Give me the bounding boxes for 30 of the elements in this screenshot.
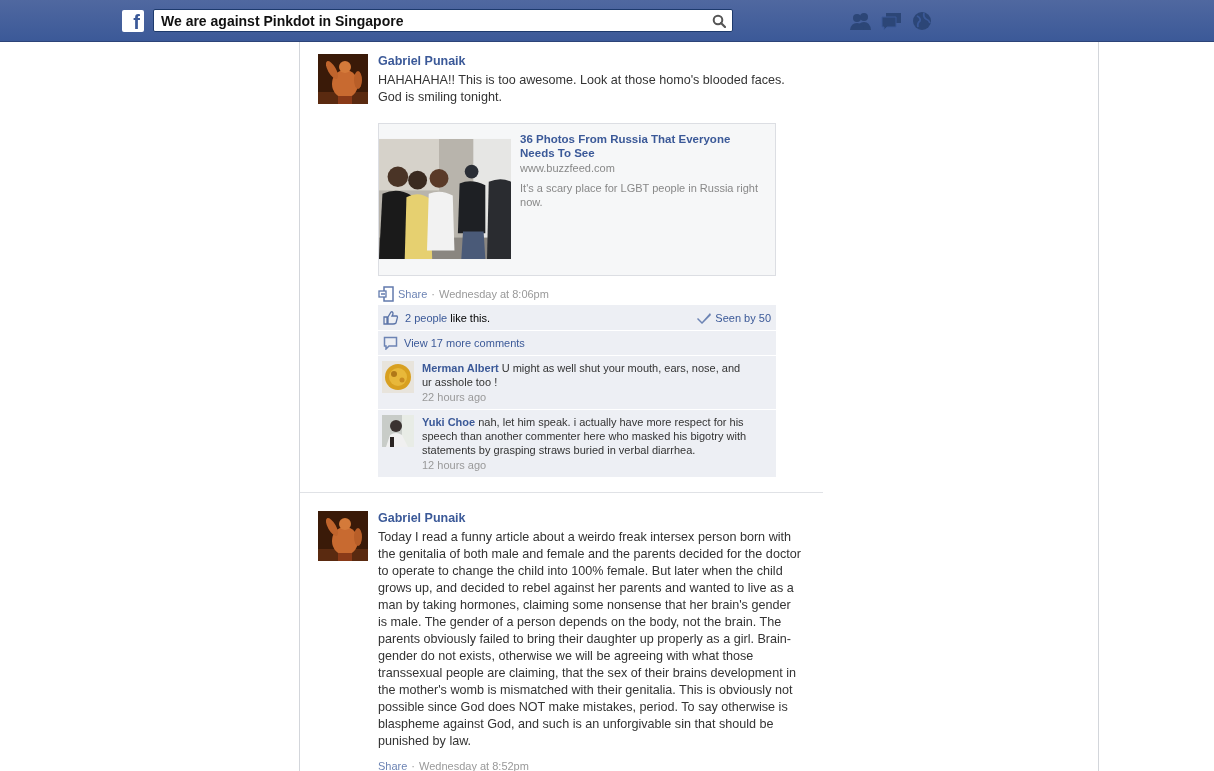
link-title[interactable]: 36 Photos From Russia That Everyone Needs To See — [520, 132, 767, 160]
facebook-logo[interactable]: f — [122, 9, 144, 32]
messages-icon[interactable] — [881, 10, 903, 31]
share-link[interactable]: Share — [378, 760, 408, 771]
search-field[interactable]: We are against Pinkdot in Singapore — [153, 9, 733, 32]
link-description: It's a scary place for LGBT people in Russia right now. — [520, 181, 759, 209]
author-name[interactable]: Gabriel Punaik — [378, 54, 803, 68]
commenter-name[interactable]: Yuki Choe — [422, 416, 476, 428]
globe-icon[interactable] — [912, 10, 932, 31]
seen-by-text[interactable]: Seen by 50 — [715, 311, 771, 324]
comment-text: Yuki Choe nah, let him speak. i actually have more respect for his speech than another commenter here who masked his bigotry with statements by grasping straws buried in verbal diarrhea. — [422, 415, 748, 457]
link-domain: www.buzzfeed.com — [520, 161, 616, 175]
share-icon[interactable] — [378, 286, 394, 302]
thumbs-up-icon[interactable] — [383, 310, 399, 325]
share-link[interactable]: Share — [398, 288, 428, 300]
checkmark-icon — [697, 311, 712, 324]
friends-icon[interactable] — [850, 10, 872, 31]
post-text: HAHAHAHA!! This is too awesome. Look at those homo's blooded faces. God is smiling tonight. — [378, 72, 786, 106]
post-text: Today I read a funny article about a weirdo freak intersex person born with the genitalia of both male and female and the parents decided for the doctor to operate to change the child into 100% female. But later when the child grows up, and decided to rebel against her parents and wanted to live as a man by taking hormones, claiming some nonsense that her brain's gender is male. The gender of a person depends on the body, not the brain. The parents obviously failed to bring their daughter up properly as a girl. Brain-gender do not exists, otherwise we will be agreeing with what those transsexual people are claiming, that the sex of their brains development in the mother's womb is mismatched with their genitalia. This is obviously not possible since God does NOT make mistakes, period. To say otherwise is blaspheme against God, and such is an unforgivable sin that should be punished by law. — [378, 529, 802, 750]
likes-link[interactable]: 2 people — [405, 311, 448, 324]
separator-dot: · — [411, 760, 416, 771]
link-preview-card[interactable]: 36 Photos From Russia That Everyone Needs To See www.buzzfeed.com It's a scary place for LGBT people in Russia right now. — [378, 123, 776, 276]
separator-dot: · — [431, 288, 436, 300]
commenter-name[interactable]: Merman Albert — [422, 362, 499, 374]
comment-icon[interactable] — [383, 336, 398, 350]
comment-text: Merman Albert U might as well shut your mouth, ears, nose, and ur asshole too ! — [422, 361, 742, 389]
author-name[interactable]: Gabriel Punaik — [378, 511, 803, 525]
view-more-comments-link[interactable]: View 17 more comments — [404, 337, 525, 349]
likes-text: 2 people like this. — [405, 311, 490, 324]
search-icon[interactable] — [712, 13, 726, 28]
